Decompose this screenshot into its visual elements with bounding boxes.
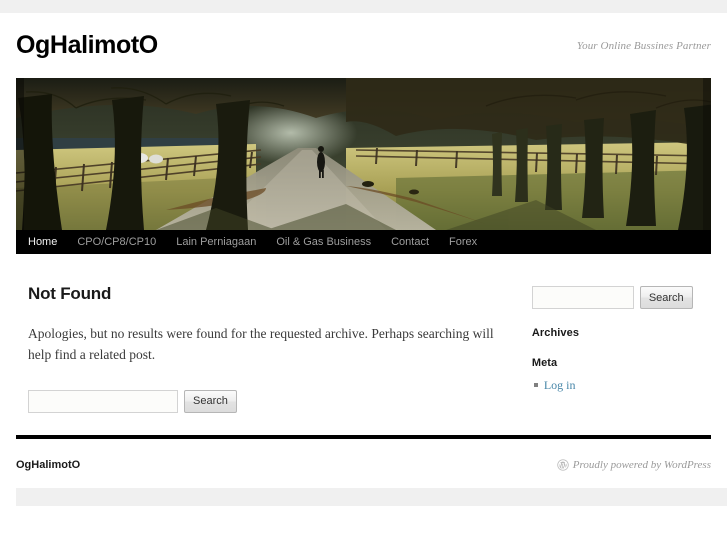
content-search-form[interactable] (28, 389, 514, 413)
bottom-gutter (16, 488, 727, 506)
page-wrapper: OgHalimotO Your Online Bussines Partner (16, 13, 727, 506)
header-image (16, 78, 711, 230)
footer-credit[interactable]: Proudly powered by WordPress (557, 459, 711, 471)
nav-item-home[interactable]: Home (16, 230, 67, 254)
sidebar: Archives Meta Log in (531, 284, 711, 412)
widget-archives: Archives (532, 327, 711, 339)
content-search-input[interactable] (28, 389, 178, 413)
header-image-artwork (16, 78, 711, 230)
widget-title-meta: Meta (531, 357, 558, 369)
site-description: Your Online Bussines Partner (576, 40, 711, 52)
footer-credit-text: Proudly powered by WordPress (572, 458, 711, 471)
nav-item-forex[interactable]: Forex (439, 230, 487, 254)
sidebar-search-form[interactable] (531, 286, 711, 309)
nav-item-contact[interactable]: Contact (381, 230, 439, 254)
site-footer: OgHalimotO Proudly powered by WordPress (16, 439, 711, 477)
footer-site-title[interactable]: OgHalimotO (16, 459, 80, 471)
page-title: Not Found (28, 284, 112, 303)
primary-navigation[interactable]: Home CPO/CP8/CP10 Lain Perniagaan Oil & … (16, 230, 711, 254)
top-gutter (0, 0, 727, 13)
nav-item-oil-gas-business[interactable]: Oil & Gas Business (266, 230, 381, 254)
widget-title-archives: Archives (531, 327, 580, 339)
meta-login-link[interactable]: Log in (544, 378, 576, 392)
meta-list: Log in (532, 377, 711, 394)
content-area: Not Found Apologies, but no results were… (16, 284, 514, 413)
site-header: OgHalimotO Your Online Bussines Partner (16, 13, 711, 78)
nav-item-lain-perniagaan[interactable]: Lain Perniagaan (166, 230, 266, 254)
wordpress-logo-icon (557, 459, 569, 471)
site-title[interactable]: OgHalimotO (16, 33, 158, 58)
sidebar-search-button[interactable] (639, 286, 693, 309)
nav-item-cpo[interactable]: CPO/CP8/CP10 (67, 230, 166, 254)
list-item[interactable]: Log in (532, 377, 711, 394)
page-body-text: Apologies, but no results were found for… (28, 326, 494, 362)
content-search-button[interactable] (184, 389, 237, 413)
sidebar-search-input[interactable] (531, 286, 634, 309)
widget-meta: Meta Log in (532, 357, 711, 394)
main-region: Not Found Apologies, but no results were… (16, 254, 711, 413)
widget-search (531, 286, 711, 309)
